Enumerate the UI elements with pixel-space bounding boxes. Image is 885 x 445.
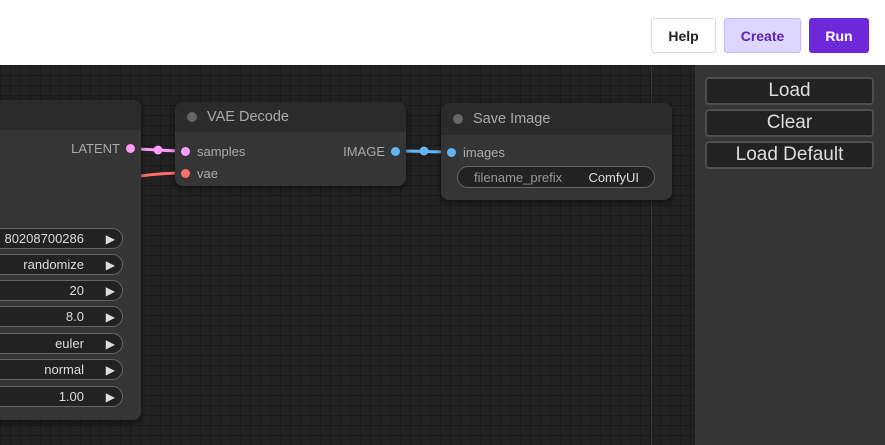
- images-input-pin[interactable]: [447, 148, 456, 157]
- control-after-generate-value: randomize: [23, 257, 84, 272]
- seed-increment-icon[interactable]: ▶: [106, 232, 115, 246]
- denoise-increment-icon[interactable]: ▶: [106, 390, 115, 404]
- clear-button[interactable]: Clear: [705, 109, 874, 137]
- filename-prefix-label: filename_prefix: [474, 169, 563, 185]
- cfg-value: 8.0: [65, 309, 84, 324]
- latent-link-midpoint[interactable]: [153, 145, 163, 155]
- vae-decode-title: VAE Decode: [207, 109, 289, 125]
- vae-input-label: vae: [197, 166, 218, 181]
- vae-decode-node[interactable]: VAE Decode samples vae IMAGE: [175, 102, 406, 186]
- sampler-node[interactable]: LATENT 80208700286 ▶ randomize ▶ 20 ▶ 8.…: [0, 100, 141, 420]
- help-button[interactable]: Help: [651, 18, 716, 53]
- vae-decode-header[interactable]: VAE Decode: [175, 102, 406, 132]
- steps-increment-icon[interactable]: ▶: [106, 284, 115, 298]
- cfg-increment-icon[interactable]: ▶: [106, 310, 115, 324]
- control-after-generate-widget[interactable]: randomize ▶: [0, 254, 123, 275]
- filename-prefix-value: ComfyUI: [588, 169, 639, 185]
- scheduler-widget[interactable]: normal ▶: [0, 359, 123, 380]
- save-image-title: Save Image: [473, 111, 551, 127]
- load-default-button[interactable]: Load Default: [705, 141, 874, 169]
- image-link-midpoint[interactable]: [419, 146, 429, 156]
- create-button[interactable]: Create: [724, 18, 801, 53]
- samples-input-slot[interactable]: samples: [181, 144, 245, 159]
- save-image-node[interactable]: Save Image images filename_prefix ComfyU…: [441, 103, 672, 200]
- sampler-name-widget[interactable]: euler ▶: [0, 333, 123, 354]
- denoise-widget[interactable]: 1.00 ▶: [0, 386, 123, 407]
- latent-output-pin[interactable]: [126, 144, 135, 153]
- side-panel: Load Clear Load Default: [695, 65, 885, 445]
- image-output-label: IMAGE: [343, 144, 385, 159]
- top-toolbar: Help Create Run: [0, 0, 885, 65]
- sampler-name-value: euler: [55, 336, 84, 351]
- vae-input-slot[interactable]: vae: [181, 166, 218, 181]
- filename-prefix-widget[interactable]: filename_prefix ComfyUI: [457, 166, 655, 188]
- collapse-dot-icon[interactable]: [453, 114, 463, 124]
- steps-value: 20: [69, 283, 84, 298]
- latent-output-label: LATENT: [71, 141, 120, 156]
- seed-value: 80208700286: [4, 231, 84, 246]
- latent-output-slot[interactable]: LATENT: [71, 141, 135, 156]
- seed-widget[interactable]: 80208700286 ▶: [0, 228, 123, 249]
- save-image-header[interactable]: Save Image: [441, 103, 672, 135]
- image-output-slot[interactable]: IMAGE: [343, 144, 400, 159]
- scheduler-next-icon[interactable]: ▶: [106, 363, 115, 377]
- sampler-node-header[interactable]: [0, 100, 141, 130]
- sampler-name-next-icon[interactable]: ▶: [106, 337, 115, 351]
- image-output-pin[interactable]: [391, 147, 400, 156]
- samples-input-pin[interactable]: [181, 147, 190, 156]
- load-button[interactable]: Load: [705, 77, 874, 105]
- images-input-slot[interactable]: images: [447, 145, 505, 160]
- denoise-value: 1.00: [58, 389, 84, 404]
- images-input-label: images: [463, 145, 505, 160]
- node-graph-canvas[interactable]: LATENT 80208700286 ▶ randomize ▶ 20 ▶ 8.…: [0, 65, 695, 445]
- collapse-dot-icon[interactable]: [187, 112, 197, 122]
- vae-input-pin[interactable]: [181, 169, 190, 178]
- cfg-widget[interactable]: 8.0 ▶: [0, 306, 123, 327]
- scheduler-value: normal: [44, 362, 84, 377]
- control-next-icon[interactable]: ▶: [106, 258, 115, 272]
- samples-input-label: samples: [197, 144, 246, 159]
- run-button[interactable]: Run: [809, 18, 869, 53]
- steps-widget[interactable]: 20 ▶: [0, 280, 123, 301]
